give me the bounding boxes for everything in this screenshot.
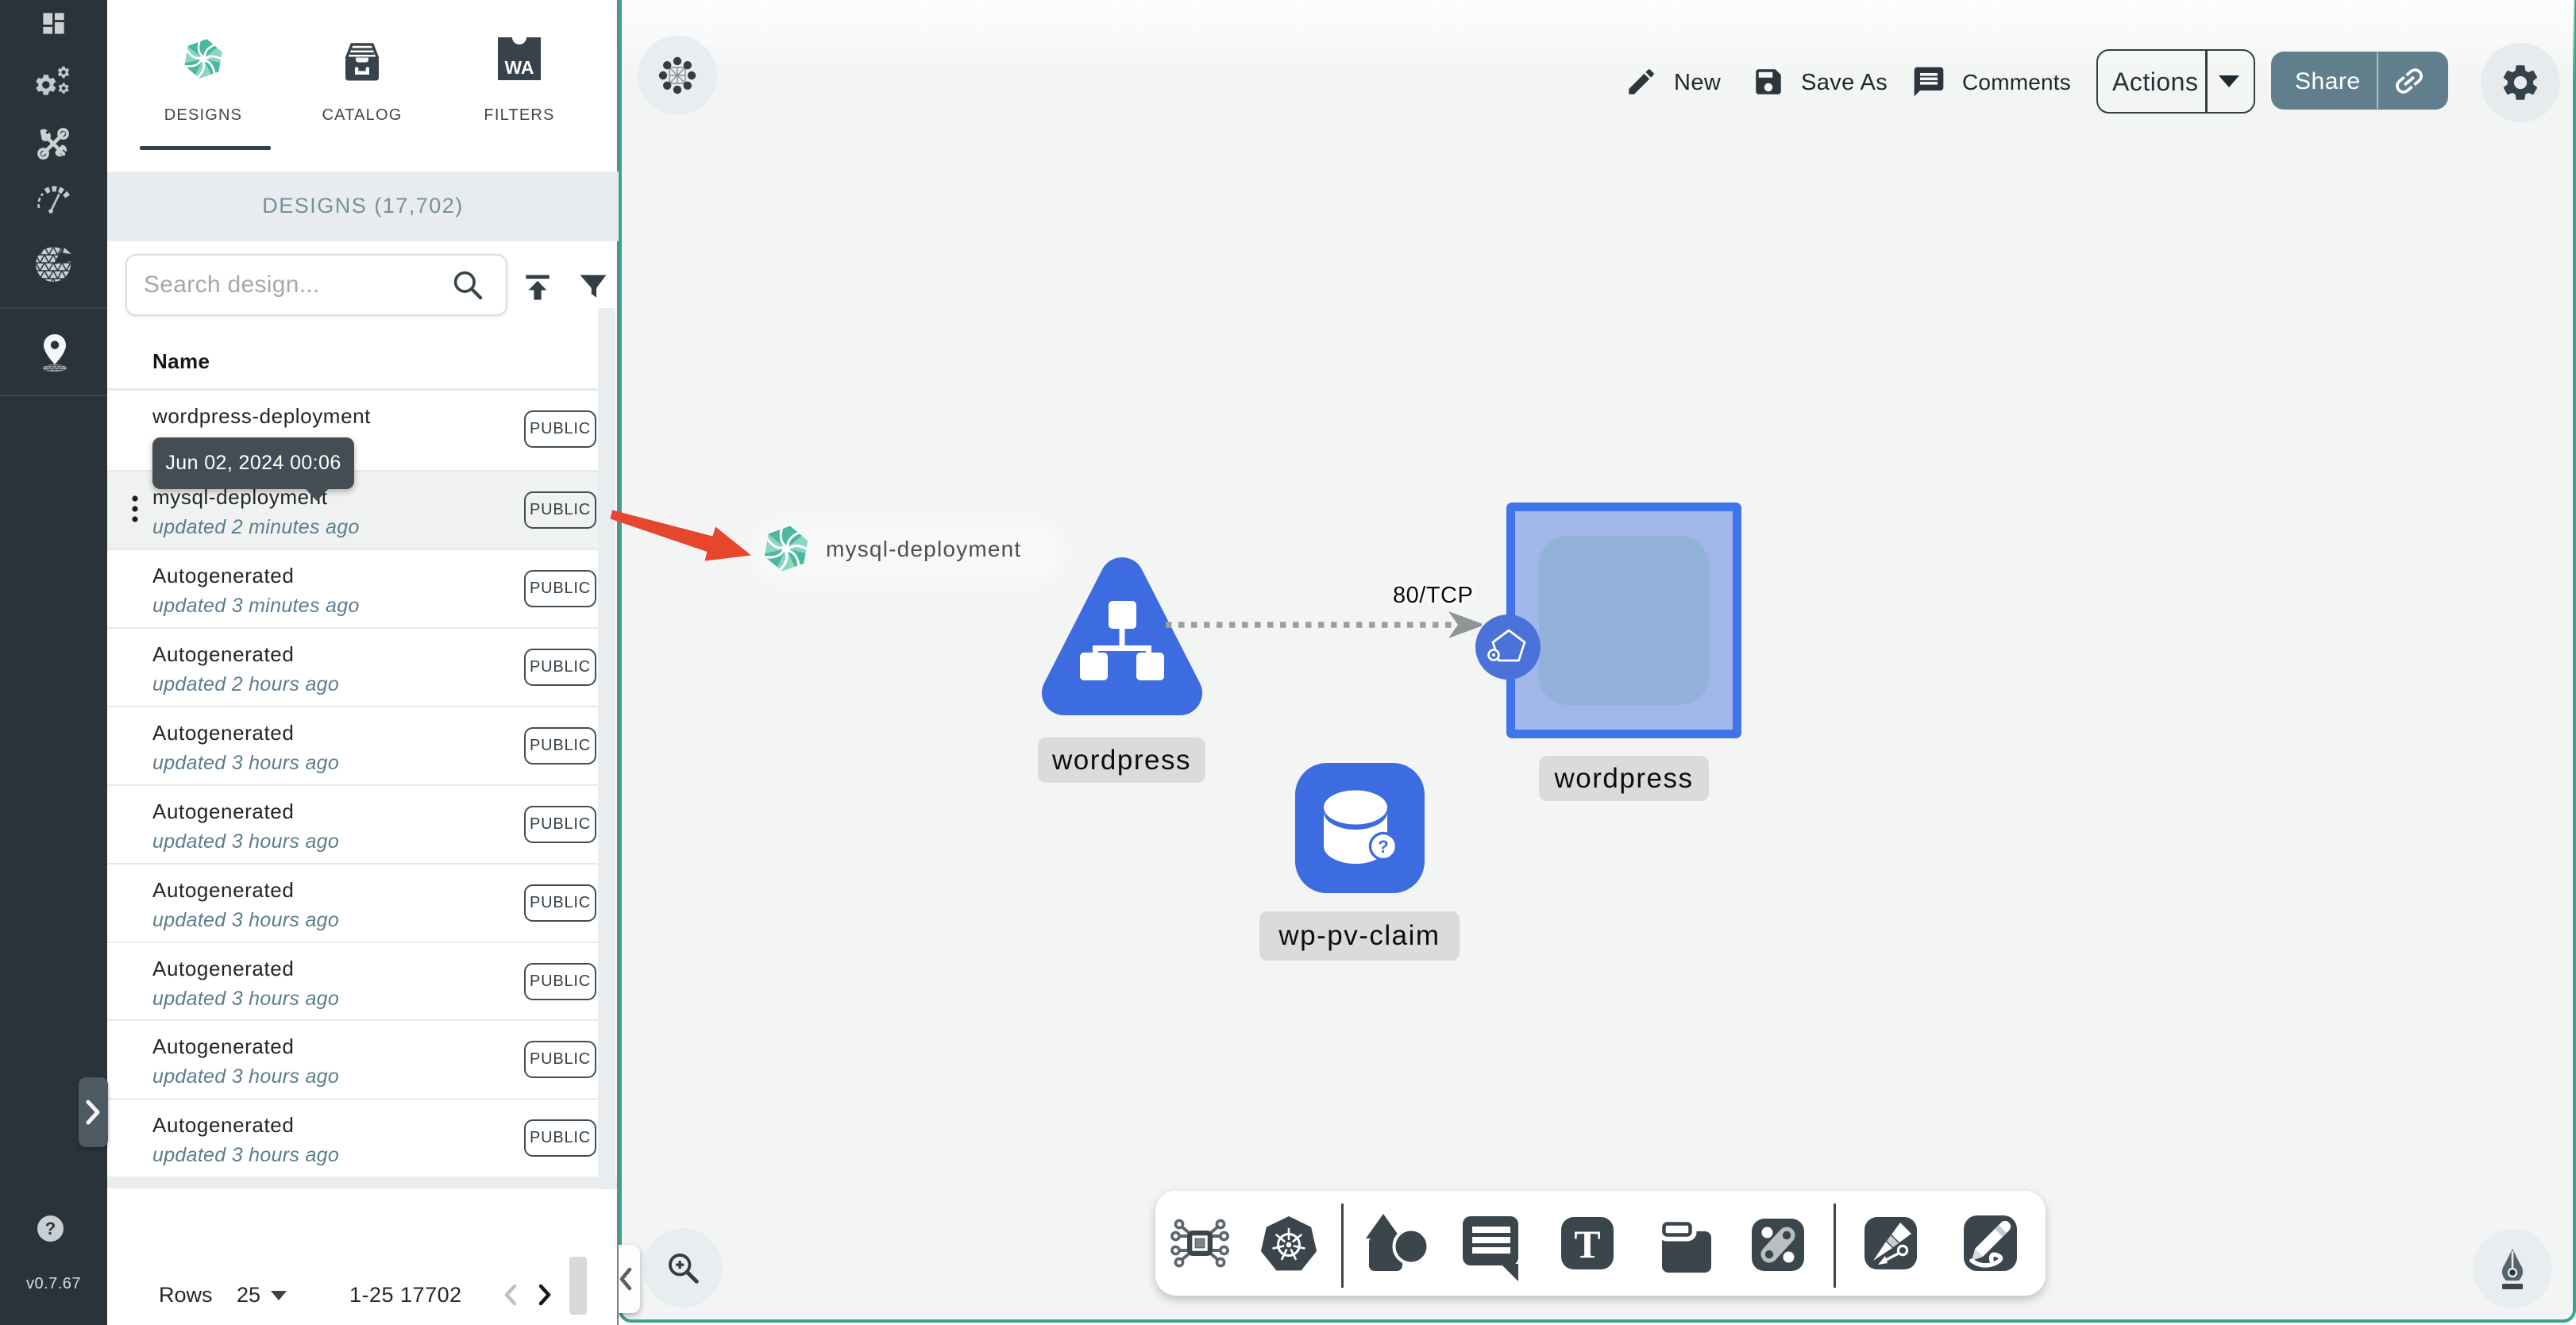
svg-text:?: ? [1378,837,1388,857]
svg-text:WA: WA [504,57,534,78]
